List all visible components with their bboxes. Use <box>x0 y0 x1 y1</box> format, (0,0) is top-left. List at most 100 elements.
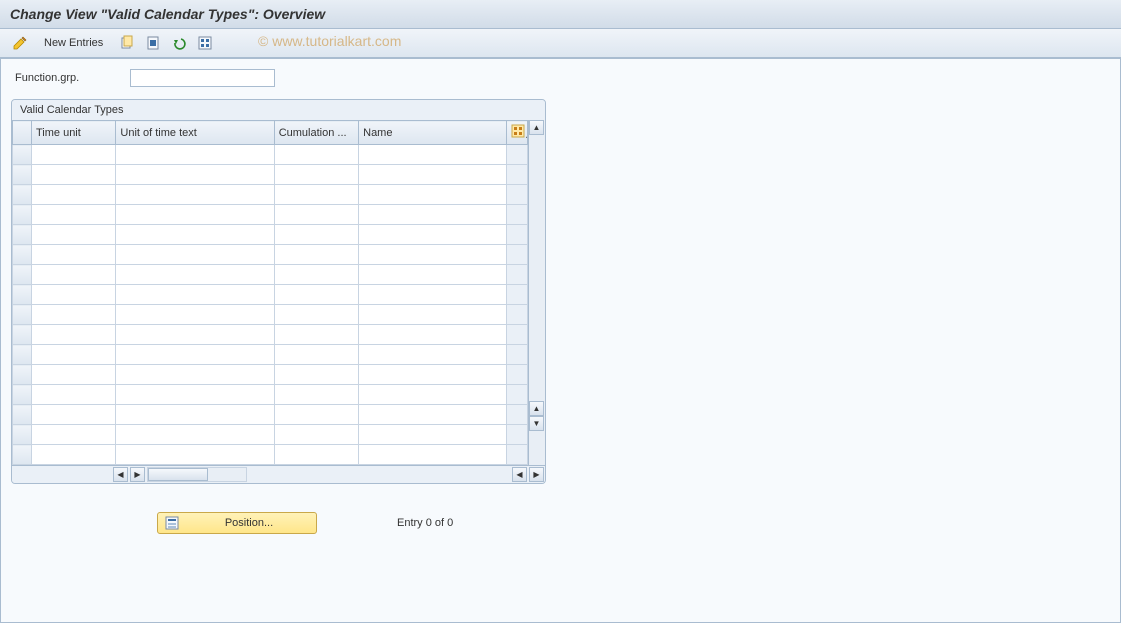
row-selector[interactable] <box>13 285 32 305</box>
table-cell[interactable] <box>359 285 507 305</box>
row-selector[interactable] <box>13 385 32 405</box>
row-selector[interactable] <box>13 445 32 465</box>
table-cell[interactable] <box>359 445 507 465</box>
table-cell[interactable] <box>31 365 115 385</box>
table-cell[interactable] <box>359 165 507 185</box>
table-cell[interactable] <box>359 145 507 165</box>
row-selector[interactable] <box>13 325 32 345</box>
row-selector[interactable] <box>13 145 32 165</box>
table-cell[interactable] <box>31 385 115 405</box>
select-all-rows[interactable] <box>13 121 32 145</box>
function-grp-input[interactable] <box>130 69 275 87</box>
table-cell[interactable] <box>274 385 358 405</box>
table-cell[interactable] <box>274 305 358 325</box>
table-cell[interactable] <box>116 185 274 205</box>
table-cell[interactable] <box>31 425 115 445</box>
table-cell[interactable] <box>31 185 115 205</box>
table-cell[interactable] <box>31 225 115 245</box>
row-selector[interactable] <box>13 205 32 225</box>
table-cell[interactable] <box>116 265 274 285</box>
row-selector[interactable] <box>13 225 32 245</box>
table-cell[interactable] <box>274 285 358 305</box>
table-cell[interactable] <box>31 145 115 165</box>
table-cell[interactable] <box>31 165 115 185</box>
table-cell[interactable] <box>359 405 507 425</box>
delete-icon[interactable] <box>143 33 163 53</box>
table-cell[interactable] <box>116 405 274 425</box>
table-cell[interactable] <box>116 145 274 165</box>
scroll-left-button[interactable]: ◀ <box>113 467 128 482</box>
table-cell[interactable] <box>359 345 507 365</box>
table-cell[interactable] <box>359 265 507 285</box>
table-cell[interactable] <box>31 325 115 345</box>
col-header-unittext[interactable]: Unit of time text <box>116 121 274 145</box>
table-cell[interactable] <box>116 245 274 265</box>
table-cell[interactable] <box>31 345 115 365</box>
copy-icon[interactable] <box>117 33 137 53</box>
table-cell[interactable] <box>116 225 274 245</box>
table-cell[interactable] <box>31 445 115 465</box>
col-header-name[interactable]: Name <box>359 121 507 145</box>
table-cell[interactable] <box>274 185 358 205</box>
table-cell[interactable] <box>116 165 274 185</box>
row-selector[interactable] <box>13 165 32 185</box>
row-selector[interactable] <box>13 345 32 365</box>
table-cell[interactable] <box>359 305 507 325</box>
table-cell[interactable] <box>359 245 507 265</box>
table-cell[interactable] <box>274 245 358 265</box>
row-selector[interactable] <box>13 305 32 325</box>
table-cell[interactable] <box>116 445 274 465</box>
table-cell[interactable] <box>116 305 274 325</box>
table-cell[interactable] <box>274 325 358 345</box>
table-cell[interactable] <box>31 205 115 225</box>
table-cell[interactable] <box>359 365 507 385</box>
scroll-right-step-button[interactable]: ▶ <box>130 467 145 482</box>
new-entries-button[interactable]: New Entries <box>36 35 111 51</box>
row-selector[interactable] <box>13 365 32 385</box>
pencil-icon[interactable] <box>10 33 30 53</box>
table-cell[interactable] <box>116 205 274 225</box>
table-cell[interactable] <box>31 245 115 265</box>
scroll-up-button[interactable]: ▲ <box>529 120 544 135</box>
row-selector[interactable] <box>13 425 32 445</box>
table-cell[interactable] <box>116 285 274 305</box>
scroll-right-button[interactable]: ▶ <box>529 467 544 482</box>
table-cell[interactable] <box>274 445 358 465</box>
table-cell[interactable] <box>31 285 115 305</box>
table-cell[interactable] <box>116 425 274 445</box>
table-cell[interactable] <box>274 405 358 425</box>
table-cell[interactable] <box>274 205 358 225</box>
select-all-icon[interactable] <box>195 33 215 53</box>
table-cell[interactable] <box>116 365 274 385</box>
position-button[interactable]: Position... <box>157 512 317 534</box>
table-cell[interactable] <box>359 425 507 445</box>
col-header-cumulation[interactable]: Cumulation ... <box>274 121 358 145</box>
undo-icon[interactable] <box>169 33 189 53</box>
table-cell[interactable] <box>274 165 358 185</box>
row-selector[interactable] <box>13 265 32 285</box>
table-cell[interactable] <box>274 145 358 165</box>
table-cell[interactable] <box>274 265 358 285</box>
table-cell[interactable] <box>116 325 274 345</box>
scroll-up-small-button[interactable]: ▲ <box>529 401 544 416</box>
table-cell[interactable] <box>359 185 507 205</box>
table-config-button[interactable] <box>506 121 527 145</box>
table-cell[interactable] <box>359 325 507 345</box>
vertical-scrollbar[interactable]: ▲ ▲ ▼ <box>528 120 545 465</box>
hscroll-track[interactable] <box>147 467 247 482</box>
col-header-timeunit[interactable]: Time unit <box>31 121 115 145</box>
table-cell[interactable] <box>274 365 358 385</box>
table-cell[interactable] <box>274 225 358 245</box>
table-cell[interactable] <box>31 405 115 425</box>
table-cell[interactable] <box>359 385 507 405</box>
table-cell[interactable] <box>116 385 274 405</box>
table-cell[interactable] <box>274 345 358 365</box>
scroll-down-button[interactable]: ▼ <box>529 416 544 431</box>
table-cell[interactable] <box>359 225 507 245</box>
table-cell[interactable] <box>274 425 358 445</box>
table-cell[interactable] <box>116 345 274 365</box>
scroll-left-end-button[interactable]: ◀ <box>512 467 527 482</box>
table-cell[interactable] <box>31 305 115 325</box>
row-selector[interactable] <box>13 245 32 265</box>
hscroll-thumb[interactable] <box>148 468 208 481</box>
